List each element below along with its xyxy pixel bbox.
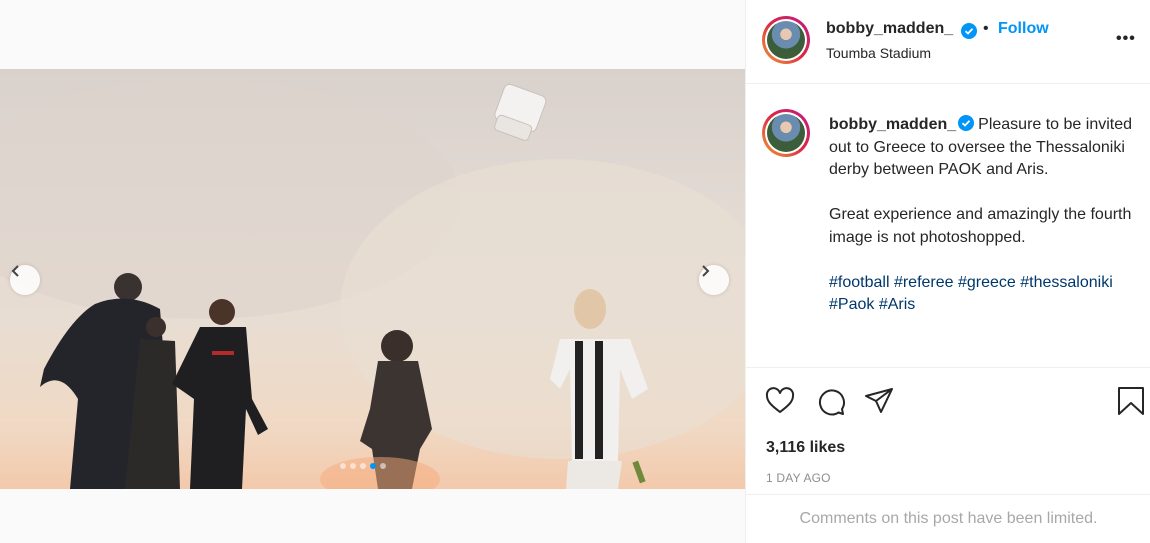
caption-hashtags[interactable]: #football #referee #greece #thessaloniki… xyxy=(829,272,1139,317)
separator-bullet: • xyxy=(983,20,989,37)
save-button[interactable] xyxy=(1115,385,1147,417)
share-button[interactable] xyxy=(863,385,895,417)
comment-bubble-icon xyxy=(818,389,845,416)
carousel-dot xyxy=(380,463,386,469)
caption-username[interactable]: bobby_madden_ xyxy=(829,116,956,133)
caption-avatar[interactable] xyxy=(762,109,810,157)
person-goalkeeper xyxy=(172,299,268,489)
avatar[interactable] xyxy=(762,16,810,64)
flare-glow xyxy=(320,457,440,489)
like-button[interactable] xyxy=(764,385,796,417)
carousel-indicators xyxy=(340,463,386,469)
comment-button[interactable] xyxy=(815,385,847,417)
carousel-dot xyxy=(340,463,346,469)
carousel-dot xyxy=(360,463,366,469)
post-timestamp[interactable]: 1 DAY AGO xyxy=(766,471,831,485)
location-link[interactable]: Toumba Stadium xyxy=(826,45,931,61)
caption-text-2: Great experience and amazingly the fourt… xyxy=(829,206,1132,246)
verified-badge-icon xyxy=(961,23,977,39)
next-slide-button[interactable] xyxy=(699,265,729,295)
avatar-image xyxy=(767,114,805,152)
username-link[interactable]: bobby_madden_ xyxy=(826,20,953,38)
more-options-button[interactable]: ••• xyxy=(1116,30,1136,48)
post-photo xyxy=(0,69,745,489)
chevron-left-icon xyxy=(11,265,19,277)
follow-button[interactable]: Follow xyxy=(998,20,1049,38)
carousel-dot xyxy=(350,463,356,469)
media-area xyxy=(0,0,745,543)
carousel-dot-active xyxy=(370,463,376,469)
actions-section: 3,116 likes 1 DAY AGO xyxy=(746,367,1150,495)
bookmark-icon xyxy=(1118,387,1144,415)
caption: bobby_madden_ Pleasure to be invited out … xyxy=(829,114,1139,339)
heart-icon xyxy=(765,387,795,414)
likes-count[interactable]: 3,116 likes xyxy=(766,439,845,457)
paper-plane-icon xyxy=(865,388,893,413)
previous-slide-button[interactable] xyxy=(10,265,40,295)
bottle xyxy=(632,460,646,484)
comments-limited-notice: Comments on this post have been limited. xyxy=(746,494,1150,543)
flying-chair xyxy=(494,83,547,141)
avatar-image xyxy=(767,21,805,59)
verified-badge-icon xyxy=(958,115,975,131)
chevron-right-icon xyxy=(702,265,710,277)
post-header: bobby_madden_ • Follow Toumba Stadium ••… xyxy=(746,0,1150,84)
photo-scene xyxy=(0,79,745,489)
post-sidebar: bobby_madden_ • Follow Toumba Stadium ••… xyxy=(745,0,1150,543)
